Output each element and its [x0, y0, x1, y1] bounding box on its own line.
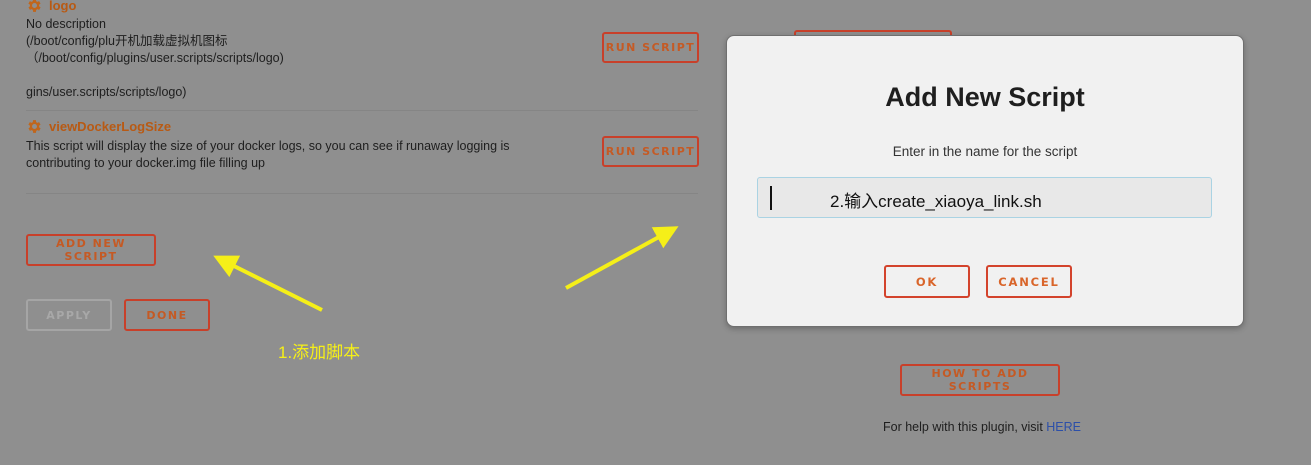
ok-button[interactable]: OK	[884, 265, 970, 298]
add-new-script-dialog: Add New Script Enter in the name for the…	[726, 35, 1244, 327]
dialog-subtitle: Enter in the name for the script	[892, 144, 1078, 159]
arrow-to-add-button	[213, 255, 323, 312]
script-name-input[interactable]: 2.输入create_xiaoya_link.sh	[757, 177, 1212, 218]
dialog-title: Add New Script	[885, 82, 1085, 112]
arrow-to-modal	[565, 226, 679, 290]
text-caret	[770, 186, 772, 210]
cancel-button[interactable]: CANCEL	[986, 265, 1072, 298]
script-name-input-value: 2.输入create_xiaoya_link.sh	[830, 192, 1042, 211]
